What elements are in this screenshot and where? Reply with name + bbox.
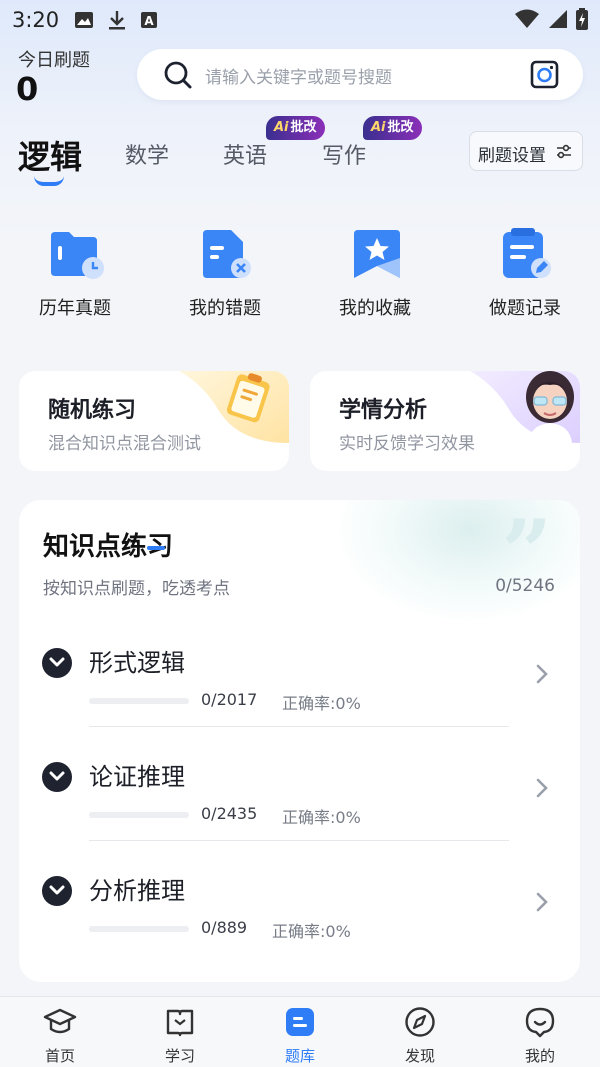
ai-badge-prefix: Ai xyxy=(371,120,386,135)
ai-badge-prefix: Ai xyxy=(274,120,289,135)
chevron-right-icon xyxy=(536,664,548,684)
today-count: 0 xyxy=(16,70,39,108)
chevron-right-icon xyxy=(536,778,548,798)
knowledge-row-accuracy: 正确率:0% xyxy=(282,694,361,713)
practice-settings-button[interactable]: 刷题设置 xyxy=(469,131,583,171)
knowledge-row-accuracy: 正确率:0% xyxy=(272,922,351,941)
svg-text:A: A xyxy=(144,14,154,28)
chevron-right-icon xyxy=(536,892,548,912)
progress-bar xyxy=(89,926,189,932)
nav-home[interactable]: 首页 xyxy=(20,1005,100,1066)
sliders-icon xyxy=(557,144,571,159)
quick-label: 我的错题 xyxy=(189,298,261,319)
knowledge-row-name: 分析推理 xyxy=(89,877,185,905)
quick-my-mistakes[interactable]: 我的错题 xyxy=(150,228,300,320)
record-edit-icon xyxy=(499,228,551,280)
font-a-icon: A xyxy=(141,12,157,28)
expand-icon[interactable] xyxy=(42,876,72,906)
ai-badge-text: 批改 xyxy=(387,120,414,135)
row-divider xyxy=(89,840,509,841)
status-bar: 3:20 A xyxy=(0,0,600,40)
nav-study[interactable]: 学习 xyxy=(140,1005,220,1066)
ai-badge-text: 批改 xyxy=(290,120,317,135)
quick-label: 我的收藏 xyxy=(339,298,411,319)
bottom-navigation: 首页 学习 题库 发现 我的 xyxy=(0,996,600,1067)
profile-face-icon xyxy=(525,1007,555,1038)
ai-correction-badge-writing: Ai 批改 xyxy=(363,116,422,140)
quick-past-exams[interactable]: 历年真题 xyxy=(0,228,150,320)
learning-analysis-title: 学情分析 xyxy=(339,398,428,423)
practice-settings-label: 刷题设置 xyxy=(478,146,546,166)
title-accent-line xyxy=(147,546,165,550)
book-icon xyxy=(166,1009,194,1037)
ai-correction-badge-english: Ai 批改 xyxy=(266,116,325,140)
star-bookmark-icon xyxy=(349,228,401,280)
battery-icon xyxy=(576,8,588,30)
nav-discover[interactable]: 发现 xyxy=(380,1005,460,1066)
signal-icon xyxy=(549,10,567,28)
wrong-file-icon xyxy=(199,228,251,280)
camera-scan-icon[interactable] xyxy=(530,60,559,89)
knowledge-row-progress: 0/889 xyxy=(201,918,248,937)
nav-label: 题库 xyxy=(284,1047,315,1065)
nav-label: 发现 xyxy=(404,1047,435,1065)
nav-label: 首页 xyxy=(44,1047,75,1065)
nav-question-bank[interactable]: 题库 xyxy=(260,1005,340,1066)
tab-writing[interactable]: 写作 xyxy=(322,138,366,170)
graduation-cap-icon xyxy=(43,1008,77,1034)
random-practice-subtitle: 混合知识点混合测试 xyxy=(48,434,201,454)
knowledge-practice-card: ” 知识点练习 按知识点刷题，吃透考点 0/5246 形式逻辑 0/2017 正… xyxy=(19,500,580,982)
random-practice-card[interactable]: 随机练习 混合知识点混合测试 xyxy=(19,371,289,471)
learning-analysis-subtitle: 实时反馈学习效果 xyxy=(339,434,475,454)
search-bar[interactable]: 请输入关键字或题号搜题 xyxy=(137,49,583,100)
tab-english[interactable]: 英语 xyxy=(223,138,267,170)
knowledge-row-name: 论证推理 xyxy=(89,763,185,791)
knowledge-row-analytical-reasoning[interactable]: 分析推理 0/889 正确率:0% xyxy=(19,866,580,970)
knowledge-subtitle: 按知识点刷题，吃透考点 xyxy=(43,579,230,599)
progress-bar xyxy=(89,698,189,704)
wifi-icon xyxy=(515,9,539,28)
random-practice-title: 随机练习 xyxy=(48,398,137,423)
progress-bar xyxy=(89,812,189,818)
quick-practice-records[interactable]: 做题记录 xyxy=(450,228,600,320)
knowledge-title: 知识点练习 xyxy=(43,532,174,562)
tab-logic[interactable]: 逻辑 xyxy=(18,132,82,178)
expand-icon[interactable] xyxy=(42,762,72,792)
nav-label: 我的 xyxy=(524,1047,555,1065)
knowledge-total-count: 0/5246 xyxy=(495,576,555,596)
nav-label: 学习 xyxy=(164,1047,195,1065)
tab-math[interactable]: 数学 xyxy=(125,138,169,170)
search-placeholder: 请输入关键字或题号搜题 xyxy=(205,68,392,88)
quick-label: 历年真题 xyxy=(39,298,111,319)
row-divider xyxy=(89,726,509,727)
expand-icon[interactable] xyxy=(42,648,72,678)
folder-clock-icon xyxy=(49,228,104,280)
knowledge-row-accuracy: 正确率:0% xyxy=(282,808,361,827)
knowledge-row-progress: 0/2017 xyxy=(201,690,258,709)
knowledge-row-progress: 0/2435 xyxy=(201,804,258,823)
download-icon xyxy=(109,11,125,30)
search-icon xyxy=(164,61,192,89)
quick-my-favorites[interactable]: 我的收藏 xyxy=(300,228,450,320)
today-label: 今日刷题 xyxy=(18,50,90,71)
gallery-icon xyxy=(75,12,93,28)
quick-label: 做题记录 xyxy=(489,298,561,319)
compass-icon xyxy=(405,1007,435,1037)
learning-analysis-card[interactable]: 学情分析 实时反馈学习效果 xyxy=(310,371,580,471)
nav-profile[interactable]: 我的 xyxy=(500,1005,580,1066)
knowledge-row-name: 形式逻辑 xyxy=(89,649,185,677)
avatar-art-icon xyxy=(470,371,580,443)
status-time: 3:20 xyxy=(12,8,60,32)
question-bank-icon xyxy=(286,1008,314,1036)
